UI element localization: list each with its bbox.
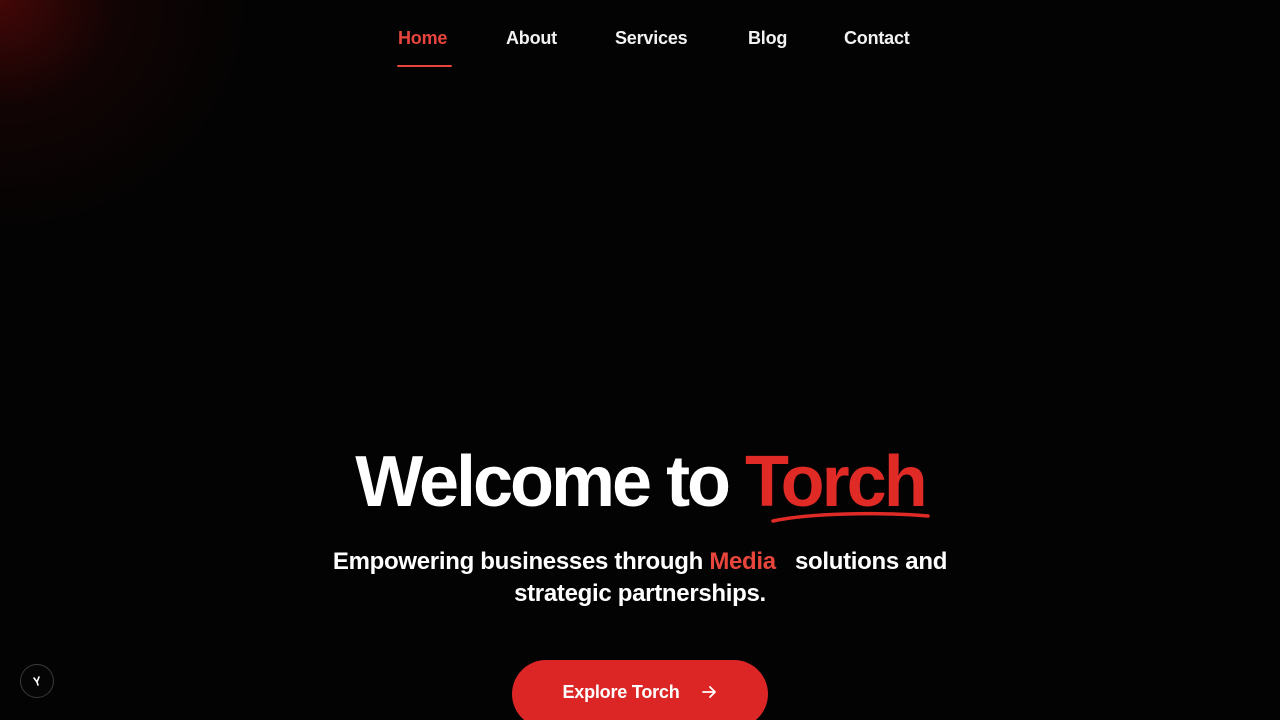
nav-item-about[interactable]: About bbox=[506, 28, 557, 49]
logo-mark-icon bbox=[33, 676, 40, 686]
nav-item-services[interactable]: Services bbox=[615, 28, 688, 49]
subtitle-text-before: Empowering businesses through bbox=[332, 548, 710, 575]
hero-title: Welcome to Torch bbox=[0, 440, 1280, 524]
title-underline-decoration bbox=[771, 511, 930, 523]
explore-torch-button[interactable]: Explore Torch bbox=[512, 660, 768, 720]
arrow-right-icon bbox=[701, 686, 716, 698]
active-nav-indicator bbox=[397, 65, 452, 67]
corner-logo-badge[interactable] bbox=[20, 664, 54, 698]
nav-item-blog[interactable]: Blog bbox=[748, 28, 787, 49]
nav-item-contact[interactable]: Contact bbox=[844, 28, 910, 49]
hero-title-prefix: Welcome to bbox=[355, 442, 746, 522]
nav-item-home[interactable]: Home bbox=[398, 28, 447, 49]
subtitle-accent: Media bbox=[709, 548, 776, 575]
main-navigation: Home About Services Blog Contact bbox=[0, 0, 1280, 80]
cta-label: Explore Torch bbox=[562, 682, 680, 702]
hero-subtitle: Empowering businesses through Media solu… bbox=[290, 546, 990, 610]
background-glow bbox=[0, 0, 1280, 720]
